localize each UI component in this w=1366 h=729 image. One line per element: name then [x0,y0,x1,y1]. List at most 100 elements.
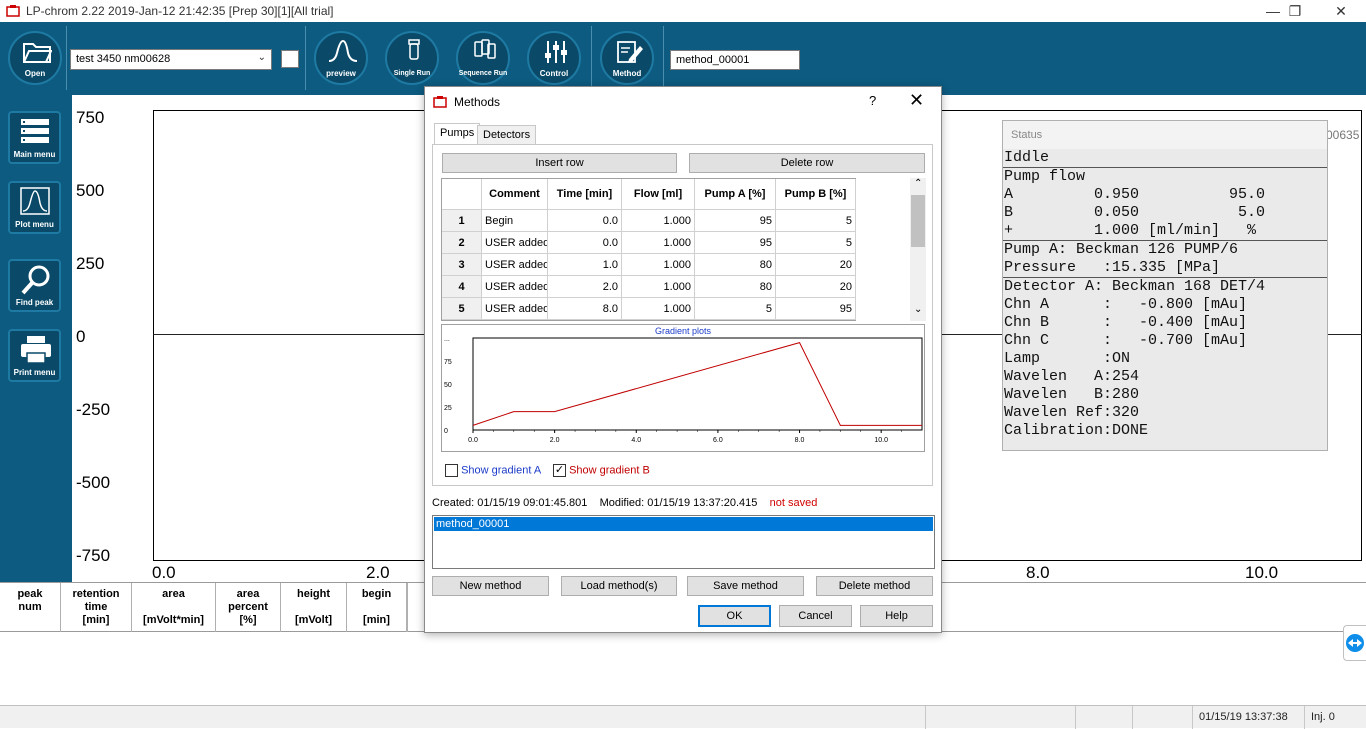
column-header-text: [min] [363,614,390,626]
control-button[interactable]: Control [527,31,581,85]
plot-menu-button[interactable]: Plot menu [8,181,61,234]
table-cell[interactable]: USER added [482,298,548,320]
table-cell[interactable]: 0.0 [548,210,622,232]
status-bar: 01/15/19 13:37:38 Inj. 0 [0,705,1366,729]
toolbar-checkbox[interactable] [281,50,299,68]
open-button[interactable]: Open [8,31,62,85]
y-tick-label: 75 [444,359,452,366]
show-gradient-b-option[interactable]: ✓ Show gradient B [553,464,650,477]
status-line: Pump A: Beckman 126 PUMP/6 [1003,240,1327,259]
table-row-number[interactable]: 4 [442,276,482,298]
gradient-table: Comment Time [min] Flow [ml] Pump A [%] Pump… [441,178,856,321]
plot-corner-label: 00635 [1326,128,1360,142]
save-method-button[interactable]: Save method [687,576,804,596]
table-column-header[interactable]: Flow [ml] [622,179,695,210]
table-cell[interactable]: 1.000 [622,232,695,254]
single-run-button[interactable]: Single Run [385,31,439,85]
ok-button[interactable]: OK [698,605,771,627]
main-menu-button[interactable]: Main menu [8,111,61,164]
table-cell[interactable]: 20 [776,276,856,298]
table-column-header[interactable]: Time [min] [548,179,622,210]
load-method-button[interactable]: Load method(s) [561,576,677,596]
sequence-run-button[interactable]: Sequence Run [456,31,510,85]
table-cell[interactable]: 1.0 [548,254,622,276]
table-cell[interactable]: 95 [695,232,776,254]
method-timestamps: Created: 01/15/19 09:01:45.801 Modified:… [432,497,817,509]
method-name-field[interactable]: method_00001 [670,50,800,70]
peak-table-column-header[interactable]: area [mVolt*min] [132,583,216,632]
table-scrollbar[interactable]: ⌃ ⌄ [910,178,926,321]
table-cell[interactable]: 8.0 [548,298,622,320]
dialog-help-button[interactable]: ? [869,93,876,108]
table-column-header[interactable]: Comment [482,179,548,210]
sample-select[interactable]: test 3450 nm00628 ⌄ [70,49,272,70]
table-cell[interactable]: 1.000 [622,254,695,276]
peak-table-column-header[interactable]: area percent [%] [216,583,281,632]
method-list-item[interactable]: method_00001 [434,517,933,531]
scroll-down-icon[interactable]: ⌄ [914,304,922,315]
table-cell[interactable]: Begin [482,210,548,232]
status-line: Detector A: Beckman 168 DET/4 [1003,277,1327,296]
magnifier-icon [21,265,50,295]
show-gradient-b-checkbox[interactable]: ✓ [553,464,566,477]
method-list[interactable]: method_00001 [432,515,935,569]
table-cell[interactable]: USER added [482,232,548,254]
find-peak-button[interactable]: Find peak [8,259,61,312]
close-window-button[interactable]: ✕ [1318,0,1364,22]
table-cell[interactable]: 2.0 [548,276,622,298]
print-menu-button[interactable]: Print menu [8,329,61,382]
scroll-up-icon[interactable]: ⌃ [914,178,922,189]
tab-pumps[interactable]: Pumps [434,123,481,145]
table-row-number[interactable]: 1 [442,210,482,232]
show-gradient-a-option[interactable]: Show gradient A [445,464,541,477]
single-run-label: Single Run [393,70,431,77]
table-row-number[interactable]: 3 [442,254,482,276]
help-button[interactable]: Help [860,605,933,627]
peak-table-column-header[interactable]: height [mVolt] [281,583,347,632]
table-cell[interactable]: 1.000 [622,298,695,320]
table-cell[interactable]: 1.000 [622,276,695,298]
peak-wave-icon [328,39,358,62]
y-tick-label: 50 [444,382,452,389]
table-column-header[interactable]: Pump A [%] [695,179,776,210]
new-method-button[interactable]: New method [432,576,549,596]
column-header-text: percent [228,601,268,613]
methods-dialog: Methods ? ✕ Pumps Detectors Insert row D… [424,86,942,633]
table-cell[interactable]: 95 [776,298,856,320]
peak-table-column-header[interactable]: retention time [min] [61,583,132,632]
restore-button[interactable]: ❐ [1272,0,1318,22]
cancel-button[interactable]: Cancel [779,605,852,627]
table-cell[interactable]: 0.0 [548,232,622,254]
dialog-close-button[interactable]: ✕ [909,90,924,111]
table-cell[interactable]: 5 [695,298,776,320]
table-row-number[interactable]: 5 [442,298,482,320]
delete-row-button[interactable]: Delete row [689,153,925,173]
table-row-number[interactable]: 2 [442,232,482,254]
sequence-run-label: Sequence Run [458,70,508,77]
show-gradient-a-checkbox[interactable] [445,464,458,477]
table-cell[interactable]: 80 [695,254,776,276]
table-cell[interactable]: 1.000 [622,210,695,232]
vials-icon [474,39,496,59]
table-cell[interactable]: USER added [482,276,548,298]
toolbar-divider [305,26,306,90]
table-cell[interactable]: 5 [776,210,856,232]
method-button[interactable]: Method [600,31,654,85]
peak-table-column-header[interactable]: begin [min] [347,583,407,632]
x-tick-label: 4.0 [631,437,641,444]
table-cell[interactable]: 20 [776,254,856,276]
table-cell[interactable]: 95 [695,210,776,232]
delete-method-button[interactable]: Delete method [816,576,933,596]
tab-detectors[interactable]: Detectors [477,125,537,144]
table-cell[interactable]: 5 [776,232,856,254]
peak-table-column-header[interactable]: peak num [0,583,61,632]
table-column-header[interactable]: Pump B [%] [776,179,856,210]
table-cell[interactable]: USER added [482,254,548,276]
remote-support-tab[interactable] [1343,625,1366,661]
insert-row-button[interactable]: Insert row [442,153,677,173]
preview-button[interactable]: preview [314,31,368,85]
status-injections: Inj. 0 [1304,706,1366,729]
scroll-thumb[interactable] [911,195,925,247]
dialog-title-bar: Methods ? ✕ [425,87,941,117]
table-cell[interactable]: 80 [695,276,776,298]
